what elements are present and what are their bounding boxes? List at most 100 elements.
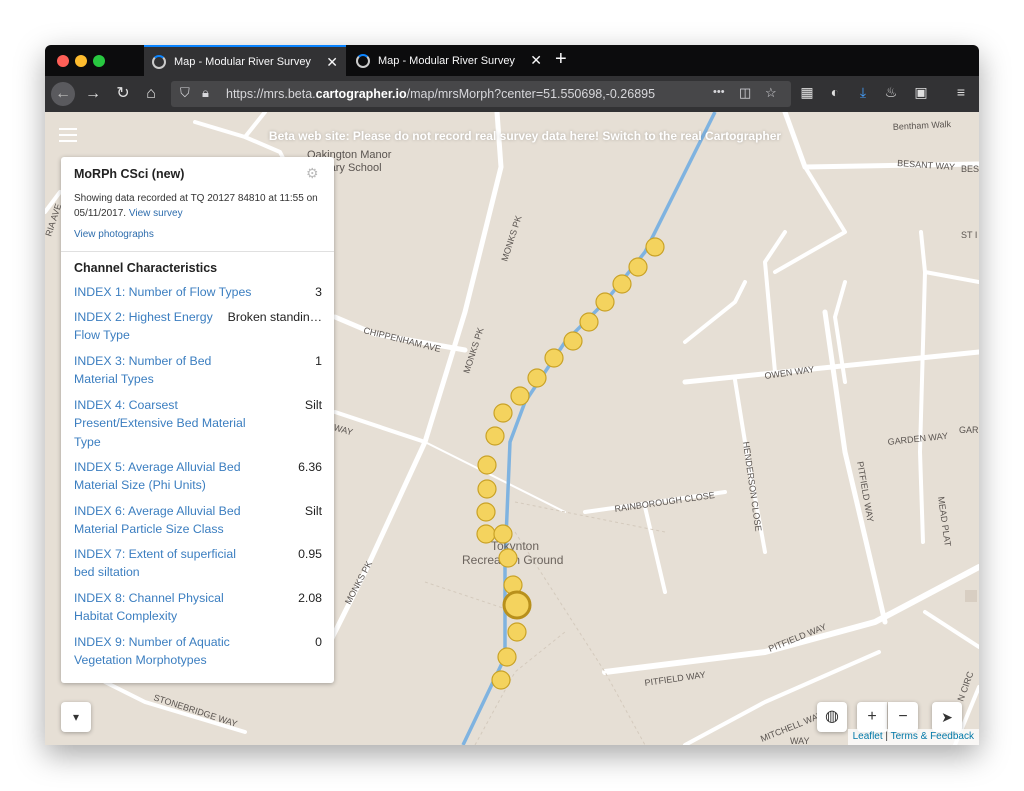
index-value: 6.36 [298,460,322,474]
beta-warning-text: Beta web site: Please do not record real… [268,129,600,143]
forward-button[interactable]: → [81,82,105,106]
leaflet-link[interactable]: Leaflet [853,731,883,742]
index-value: Silt [304,398,322,412]
index-label[interactable]: INDEX 7: Extent of superficial bed silta… [74,545,259,582]
index-label[interactable]: INDEX 4: Coarsest Present/Extensive Bed … [74,396,259,451]
view-photographs-link[interactable]: View photographs [74,229,154,240]
survey-point-marker[interactable] [498,548,518,568]
account-icon[interactable]: ◐ [825,84,845,100]
index-row-3: INDEX 3: Number of Bed Material Types 1 [74,352,322,390]
survey-point-marker[interactable] [563,331,583,351]
survey-info-text: Showing data recorded at TQ 20127 84810 … [74,193,318,219]
index-value: 2.08 [298,591,322,605]
survey-point-marker[interactable] [507,622,527,642]
addon-icon[interactable]: ♨ [881,84,901,101]
index-value: 0.95 [298,547,322,561]
navigation-bar: ← → ↻ ⌂ ⛉ 🔒︎ https://mrs.beta.cartograph… [45,76,979,112]
survey-point-marker[interactable] [491,670,511,690]
survey-info: Showing data recorded at TQ 20127 84810 … [74,192,324,221]
back-button[interactable]: ← [51,82,75,106]
tab-bar: Map - Modular River Survey ✕ Map - Modul… [45,45,979,76]
section-title: Channel Characteristics [74,261,218,275]
loading-spinner-icon [356,53,370,68]
tab-map-second[interactable]: Map - Modular River Survey ✕ [348,45,550,76]
zoom-in-button[interactable]: + [857,702,887,732]
selected-survey-marker[interactable] [502,590,532,620]
index-row-5: INDEX 5: Average Alluvial Bed Material S… [74,458,322,496]
index-label[interactable]: INDEX 2: Highest Energy Flow Type [74,308,224,345]
survey-point-marker[interactable] [485,426,505,446]
attribute-panel: MoRPh CSci (new) ⚙ Showing data recorded… [61,157,334,683]
locate-icon[interactable]: ➤ [932,702,962,732]
survey-point-marker[interactable] [477,479,497,499]
hamburger-menu-icon[interactable] [59,128,77,142]
lock-icon[interactable]: 🔒︎ [202,85,209,101]
survey-point-marker[interactable] [476,524,496,544]
survey-point-marker[interactable] [645,237,665,257]
survey-point-marker[interactable] [527,368,547,388]
zoom-out-button[interactable]: − [888,702,918,732]
survey-point-marker[interactable] [510,386,530,406]
extensions-icon[interactable]: ▦ [797,84,817,101]
bookmark-star-icon[interactable]: ☆ [765,85,777,101]
survey-point-marker[interactable] [579,312,599,332]
url-text[interactable]: https://mrs.beta.cartographer.io/map/mrs… [226,87,686,101]
tab-title: Map - Modular River Survey [378,54,515,67]
survey-point-marker[interactable] [497,647,517,667]
close-tab-icon[interactable]: ✕ [326,54,338,71]
close-window-button[interactable] [57,55,69,67]
tab-title: Map - Modular River Survey [174,55,311,68]
new-tab-button[interactable]: + [555,48,567,71]
maximize-window-button[interactable] [93,55,105,67]
survey-point-marker[interactable] [595,292,615,312]
map-view[interactable]: Oakington Manor Primary School Bentham W… [45,112,979,745]
collapse-panel-button[interactable]: ▾ [61,702,91,732]
index-row-6: INDEX 6: Average Alluvial Bed Material P… [74,502,322,540]
beta-banner: Beta web site: Please do not record real… [245,129,805,143]
index-value: Broken standin… [227,310,322,324]
view-survey-link[interactable]: View survey [129,208,183,219]
attribution-separator: | [882,731,891,742]
index-row-8: INDEX 8: Channel Physical Habitat Comple… [74,589,322,627]
switch-to-real-link[interactable]: Switch to the real Cartographer [602,129,781,143]
notion-icon[interactable]: ▣ [911,84,931,101]
shield-icon[interactable]: ⛉ [180,85,190,101]
survey-point-marker[interactable] [544,348,564,368]
url-bar[interactable]: ⛉ 🔒︎ https://mrs.beta.cartographer.io/ma… [171,81,791,107]
tab-map-active[interactable]: Map - Modular River Survey ✕ [144,45,346,76]
index-label[interactable]: INDEX 8: Channel Physical Habitat Comple… [74,589,259,626]
home-icon[interactable]: ⌂ [139,82,163,106]
survey-point-marker[interactable] [476,502,496,522]
survey-point-marker[interactable] [493,403,513,423]
index-label[interactable]: INDEX 1: Number of Flow Types [74,283,259,301]
index-value: 3 [315,285,322,299]
index-row-7: INDEX 7: Extent of superficial bed silta… [74,545,322,583]
globe-icon[interactable]: ◍ [817,702,847,732]
browser-window: Map - Modular River Survey ✕ Map - Modul… [45,45,979,745]
survey-point-marker[interactable] [628,257,648,277]
survey-point-marker[interactable] [612,274,632,294]
index-label[interactable]: INDEX 3: Number of Bed Material Types [74,352,224,389]
index-row-1: INDEX 1: Number of Flow Types 3 [74,283,322,303]
gear-icon[interactable]: ⚙ [306,165,319,182]
index-label[interactable]: INDEX 9: Number of Aquatic Vegetation Mo… [74,633,259,670]
more-actions-icon[interactable]: ••• [713,86,725,98]
index-label[interactable]: INDEX 5: Average Alluvial Bed Material S… [74,458,259,495]
close-tab-icon[interactable]: ✕ [530,52,542,69]
index-row-4: INDEX 4: Coarsest Present/Extensive Bed … [74,396,322,452]
pocket-icon[interactable]: ◫ [739,85,751,101]
index-value: 1 [315,354,322,368]
reload-button[interactable]: ↻ [111,82,135,106]
index-row-2: INDEX 2: Highest Energy Flow Type Broken… [74,308,322,346]
minimize-window-button[interactable] [75,55,87,67]
index-value: Silt [304,504,322,518]
survey-point-marker[interactable] [477,455,497,475]
index-label[interactable]: INDEX 6: Average Alluvial Bed Material P… [74,502,259,539]
survey-point-marker[interactable] [493,524,513,544]
panel-title: MoRPh CSci (new) [74,167,185,181]
download-icon[interactable]: ⤓ [853,84,873,101]
terms-feedback-link[interactable]: Terms & Feedback [891,731,974,742]
menu-icon[interactable]: ≡ [951,84,971,100]
index-row-9: INDEX 9: Number of Aquatic Vegetation Mo… [74,633,322,671]
index-value: 0 [315,635,322,649]
